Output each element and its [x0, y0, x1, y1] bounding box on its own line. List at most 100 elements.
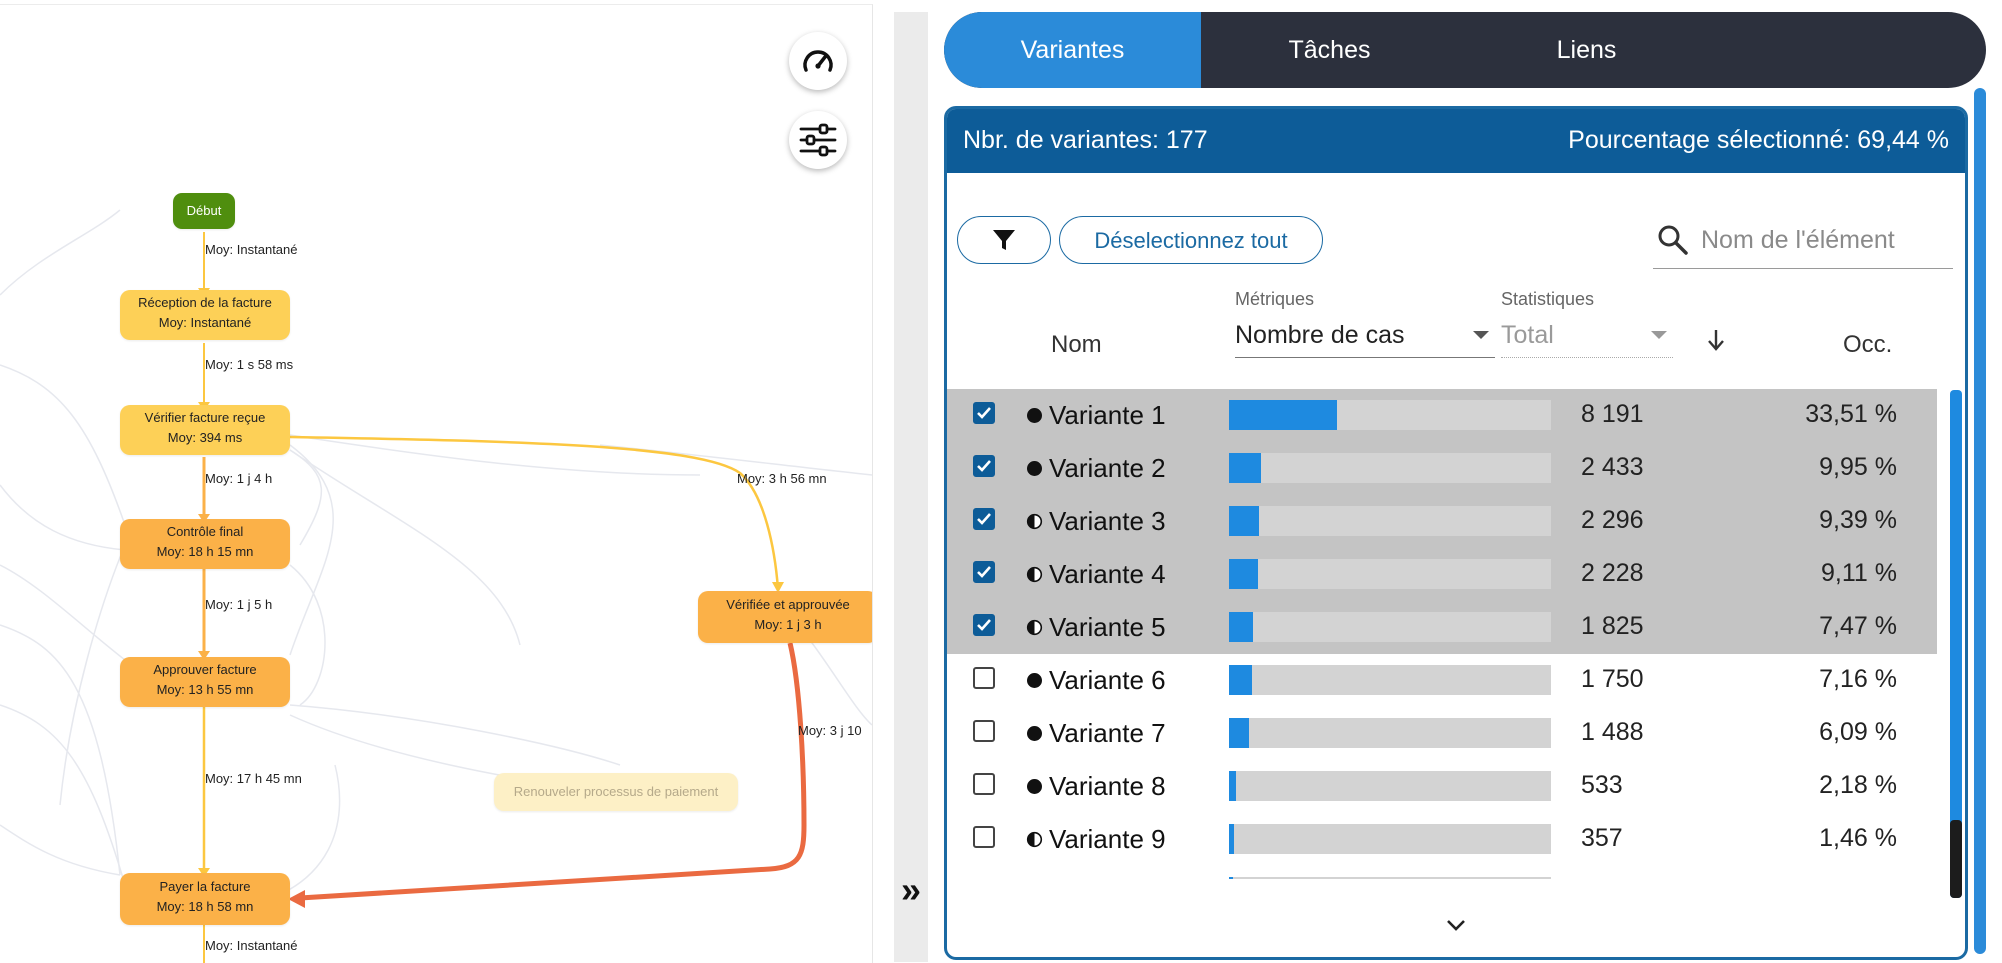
variant-row[interactable]: [947, 866, 1937, 879]
node-duration: Moy: 18 h 15 mn: [156, 544, 254, 559]
process-map-panel[interactable]: Début Réception de la facture Moy: Insta…: [0, 4, 873, 963]
metrics-select[interactable]: Nombre de cas: [1235, 313, 1495, 358]
search-input[interactable]: [1699, 220, 1953, 260]
variant-share-bar-fill: [1229, 559, 1258, 589]
node-approuver-facture[interactable]: Approuver facture Moy: 13 h 55 mn: [120, 657, 290, 707]
variant-row[interactable]: Variante 2 2 433 9,95 %: [947, 442, 1937, 495]
variant-share-bar: [1229, 506, 1551, 536]
full-circle-icon: [1026, 778, 1043, 795]
variant-case-count: 2 228: [1581, 559, 1644, 587]
variant-row[interactable]: Variante 3 2 296 9,39 %: [947, 495, 1937, 548]
node-label: Payer la facture: [159, 879, 251, 894]
variant-checkbox[interactable]: [973, 455, 995, 477]
node-verifiee-approuvee[interactable]: Vérifiée et approuvée Moy: 1 j 3 h: [698, 591, 872, 643]
node-payer-facture[interactable]: Payer la facture Moy: 18 h 58 mn: [120, 873, 290, 925]
variant-percentage: 1,46 %: [1819, 824, 1897, 852]
node-reception-facture[interactable]: Réception de la facture Moy: Instantané: [120, 290, 290, 340]
variant-row[interactable]: Variante 7 1 488 6,09 %: [947, 707, 1937, 760]
variant-checkbox[interactable]: [973, 667, 995, 689]
variant-share-bar-fill: [1229, 665, 1252, 695]
node-controle-final[interactable]: Contrôle final Moy: 18 h 15 mn: [120, 519, 290, 569]
variant-share-bar: [1229, 453, 1551, 483]
variant-name: Variante 4: [1049, 559, 1166, 589]
edge-label: Moy: Instantané: [205, 242, 298, 257]
variant-case-count: 8 191: [1581, 400, 1644, 428]
variant-checkbox[interactable]: [973, 561, 995, 583]
full-circle-icon: [1026, 460, 1043, 477]
search-icon: [1658, 225, 1688, 255]
list-scrollbar-thumb[interactable]: [1950, 820, 1962, 898]
variant-share-bar: [1229, 824, 1551, 854]
variant-case-count: 1 825: [1581, 612, 1644, 640]
variant-case-count: 2 433: [1581, 453, 1644, 481]
variant-checkbox[interactable]: [973, 614, 995, 636]
chevron-down-icon[interactable]: [1442, 913, 1470, 937]
variant-row[interactable]: Variante 8 533 2,18 %: [947, 760, 1937, 813]
half-circle-icon: [1026, 619, 1043, 636]
search-field[interactable]: [1653, 212, 1953, 269]
node-label: Réception de la facture: [138, 295, 272, 310]
statistics-select-value: Total: [1501, 321, 1554, 349]
node-verifier-facture[interactable]: Vérifier facture reçue Moy: 394 ms: [120, 405, 290, 455]
variant-share-bar: [1229, 612, 1551, 642]
tab-variantes[interactable]: Variantes: [944, 12, 1201, 88]
variant-case-count: 2 296: [1581, 506, 1644, 534]
selected-percentage: Pourcentage sélectionné: 69,44 %: [1568, 126, 1949, 154]
node-label: Renouveler processus de paiement: [513, 784, 719, 799]
panel-splitter[interactable]: [894, 12, 928, 962]
variant-count: Nbr. de variantes: 177: [963, 126, 1208, 154]
node-label: Contrôle final: [166, 524, 244, 539]
node-renouveler-paiement[interactable]: Renouveler processus de paiement: [494, 773, 738, 811]
variant-row[interactable]: Variante 5 1 825 7,47 %: [947, 601, 1937, 654]
node-label: Approuver facture: [153, 662, 257, 677]
node-label: Début: [186, 203, 222, 218]
speedometer-icon: [803, 50, 833, 72]
variant-row[interactable]: Variante 9 357 1,46 %: [947, 813, 1937, 866]
column-name-header: Nom: [1051, 331, 1102, 358]
variant-percentage: 33,51 %: [1805, 400, 1897, 428]
edge-label: Moy: 17 h 45 mn: [205, 771, 302, 786]
sliders-icon: [799, 123, 837, 157]
variant-row[interactable]: Variante 1 8 191 33,51 %: [947, 389, 1937, 442]
variant-checkbox[interactable]: [973, 773, 995, 795]
variant-checkbox[interactable]: [973, 402, 995, 424]
tab-taches[interactable]: Tâches: [1201, 12, 1458, 88]
column-occ-header: Occ.: [1843, 331, 1893, 358]
caret-down-icon: [1651, 331, 1667, 339]
variants-summary-bar: Nbr. de variantes: 177 Pourcentage sélec…: [947, 109, 1965, 173]
map-settings-button[interactable]: [789, 111, 847, 169]
edge-label: Moy: 1 j 4 h: [205, 471, 273, 486]
collapse-panel-button[interactable]: »: [896, 870, 926, 910]
node-debut[interactable]: Début: [173, 193, 235, 229]
panel-scrollbar[interactable]: [1974, 88, 1986, 954]
variant-row[interactable]: Variante 6 1 750 7,16 %: [947, 654, 1937, 707]
filter-button[interactable]: [957, 216, 1051, 264]
variant-share-bar-fill: [1229, 718, 1249, 748]
variant-checkbox[interactable]: [973, 508, 995, 530]
edge-label: Moy: 1 j 5 h: [205, 597, 273, 612]
deselect-all-button[interactable]: Déselectionnez tout: [1059, 216, 1323, 264]
variant-name: Variante 7: [1049, 718, 1166, 748]
node-duration: Moy: 18 h 58 mn: [156, 899, 254, 914]
variant-checkbox[interactable]: [973, 826, 995, 848]
node-duration: Moy: 13 h 55 mn: [156, 682, 254, 697]
full-circle-icon: [1026, 407, 1043, 424]
full-circle-icon: [1026, 672, 1043, 689]
caret-down-icon: [1473, 331, 1489, 339]
tab-liens[interactable]: Liens: [1458, 12, 1715, 88]
performance-button[interactable]: [789, 32, 847, 90]
metrics-label: Métriques: [1235, 289, 1315, 309]
edge-label: Moy: 3 h 56 mn: [737, 471, 827, 486]
variant-share-bar-fill: [1229, 506, 1259, 536]
variant-share-bar-fill: [1229, 612, 1253, 642]
statistics-select[interactable]: Total: [1501, 313, 1673, 358]
variant-share-bar: [1229, 559, 1551, 589]
variants-list[interactable]: Variante 1 8 191 33,51 % Variante 2 2 433 9,9…: [947, 389, 1937, 879]
variant-name: Variante 3: [1049, 506, 1166, 536]
edge-label: Moy: 3 j 10: [798, 723, 862, 738]
arrow-down-icon[interactable]: [1704, 327, 1728, 353]
variant-case-count: 533: [1581, 771, 1623, 799]
node-duration: Moy: Instantané: [158, 315, 252, 330]
variant-row[interactable]: Variante 4 2 228 9,11 %: [947, 548, 1937, 601]
variant-checkbox[interactable]: [973, 720, 995, 742]
